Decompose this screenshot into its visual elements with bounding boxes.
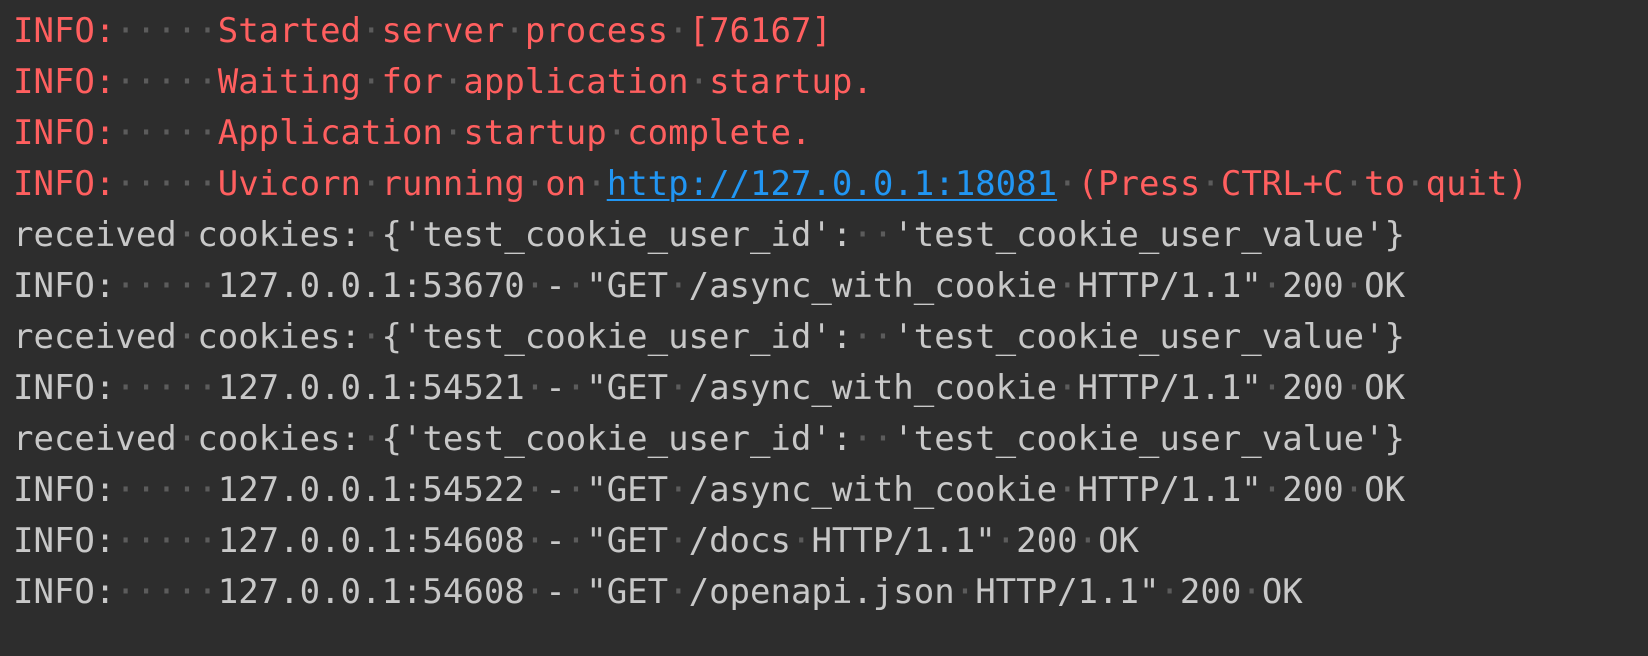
terminal-url-link[interactable]: http://127.0.0.1:18081 [607,164,1057,204]
terminal-text: received·cookies:·{'test_cookie_user_id'… [13,419,1406,459]
terminal-text: (Press·CTRL+C·to·quit) [1077,164,1528,204]
whitespace-dots: · [1261,368,1283,408]
whitespace-dots: · [1057,266,1078,306]
whitespace-dots: ····· [115,62,218,102]
whitespace-dots: · [504,11,525,51]
whitespace-dots: · [1261,470,1283,510]
terminal-text: 127.0.0.1:54522·-·"GET·/async_with_cooki… [217,470,1406,510]
whitespace-dots: · [1057,368,1078,408]
whitespace-dots: · [524,470,546,510]
whitespace-dots: · [524,266,546,306]
whitespace-dots: · [442,113,464,153]
terminal-text: INFO: [13,266,116,306]
whitespace-dots: · [995,521,1017,561]
whitespace-dots: · [790,521,812,561]
whitespace-dots: · [565,368,587,408]
whitespace-dots: · [361,215,382,255]
terminal-line: INFO:·····Application·startup·complete. [13,108,1648,159]
whitespace-dots: · [1405,164,1426,204]
whitespace-dots: · [361,164,382,204]
whitespace-dots: · [361,419,382,459]
terminal-line: received·cookies:·{'test_cookie_user_id'… [13,312,1648,363]
terminal-text: 127.0.0.1:54521·-·"GET·/async_with_cooki… [217,368,1406,408]
whitespace-dots: · [1200,164,1221,204]
whitespace-dots: · [1343,266,1365,306]
whitespace-dots: ····· [115,113,218,153]
whitespace-dots: · [668,11,689,51]
terminal-text: 127.0.0.1:54608·-·"GET·/openapi.json·HTT… [217,572,1303,612]
whitespace-dots: ·· [852,419,894,459]
whitespace-dots: · [1241,572,1262,612]
whitespace-dots: · [361,317,382,357]
whitespace-dots: ·· [852,215,894,255]
whitespace-dots: ····· [115,368,218,408]
whitespace-dots: · [524,521,546,561]
whitespace-dots: · [565,572,587,612]
terminal-line: received·cookies:·{'test_cookie_user_id'… [13,414,1648,465]
terminal-text: INFO: [13,368,116,408]
whitespace-dots: · [668,368,689,408]
terminal-text: INFO: [13,113,116,153]
terminal-text: Uvicorn·running·on· [217,164,607,204]
whitespace-dots: · [1077,521,1099,561]
terminal-line: INFO:·····Uvicorn·running·on·http://127.… [13,159,1648,210]
terminal-text: Started·server·process·[76167] [217,11,832,51]
whitespace-dots: ····· [115,521,218,561]
terminal-text: INFO: [13,521,116,561]
whitespace-dots: · [954,572,976,612]
whitespace-dots: ····· [115,470,218,510]
terminal-line: received·cookies:·{'test_cookie_user_id'… [13,210,1648,261]
whitespace-dots: · [668,470,689,510]
whitespace-dots: · [176,419,198,459]
terminal-text: 127.0.0.1:54608·-·"GET·/docs·HTTP/1.1"·2… [217,521,1140,561]
whitespace-dots: · [586,164,607,204]
whitespace-dots: · [1343,368,1365,408]
whitespace-dots: · [668,521,689,561]
whitespace-dots: · [1261,266,1283,306]
whitespace-dots: · [524,572,546,612]
whitespace-dots: · [176,317,198,357]
whitespace-dots: · [524,368,546,408]
terminal-text: INFO: [13,572,116,612]
terminal-output[interactable]: INFO:·····Started·server·process·[76167]… [0,0,1648,656]
whitespace-dots: ····· [115,11,218,51]
whitespace-dots: · [668,572,689,612]
whitespace-dots: ·· [852,317,894,357]
whitespace-dots: · [565,266,587,306]
terminal-text: INFO: [13,164,116,204]
terminal-text: Application·startup·complete. [217,113,812,153]
terminal-text: INFO: [13,62,116,102]
terminal-line: INFO:·····127.0.0.1:54522·-·"GET·/async_… [13,465,1648,516]
terminal-text: INFO: [13,11,116,51]
whitespace-dots: · [361,11,382,51]
whitespace-dots: · [1057,470,1078,510]
whitespace-dots: · [1343,164,1365,204]
terminal-text: Waiting·for·application·startup. [217,62,873,102]
whitespace-dots: ····· [115,266,218,306]
whitespace-dots: · [176,215,198,255]
whitespace-dots: · [442,62,464,102]
terminal-line: INFO:·····127.0.0.1:53670·-·"GET·/async_… [13,261,1648,312]
terminal-line: INFO:·····Waiting·for·application·startu… [13,57,1648,108]
whitespace-dots: · [606,113,628,153]
whitespace-dots: · [1057,164,1078,204]
terminal-text: received·cookies:·{'test_cookie_user_id'… [13,317,1406,357]
whitespace-dots: ····· [115,164,218,204]
terminal-text: received·cookies:·{'test_cookie_user_id'… [13,215,1406,255]
whitespace-dots: · [668,266,689,306]
terminal-line: INFO:·····127.0.0.1:54608·-·"GET·/docs·H… [13,516,1648,567]
terminal-text: INFO: [13,470,116,510]
terminal-line: INFO:·····127.0.0.1:54608·-·"GET·/openap… [13,567,1648,618]
terminal-text: 127.0.0.1:53670·-·"GET·/async_with_cooki… [217,266,1406,306]
whitespace-dots: · [1159,572,1180,612]
whitespace-dots: · [1343,470,1365,510]
terminal-line: INFO:·····127.0.0.1:54521·-·"GET·/async_… [13,363,1648,414]
whitespace-dots: · [688,62,710,102]
whitespace-dots: · [565,470,587,510]
whitespace-dots: · [565,521,587,561]
whitespace-dots: · [361,62,382,102]
whitespace-dots: · [524,164,546,204]
whitespace-dots: ····· [115,572,218,612]
terminal-line: INFO:·····Started·server·process·[76167] [13,6,1648,57]
